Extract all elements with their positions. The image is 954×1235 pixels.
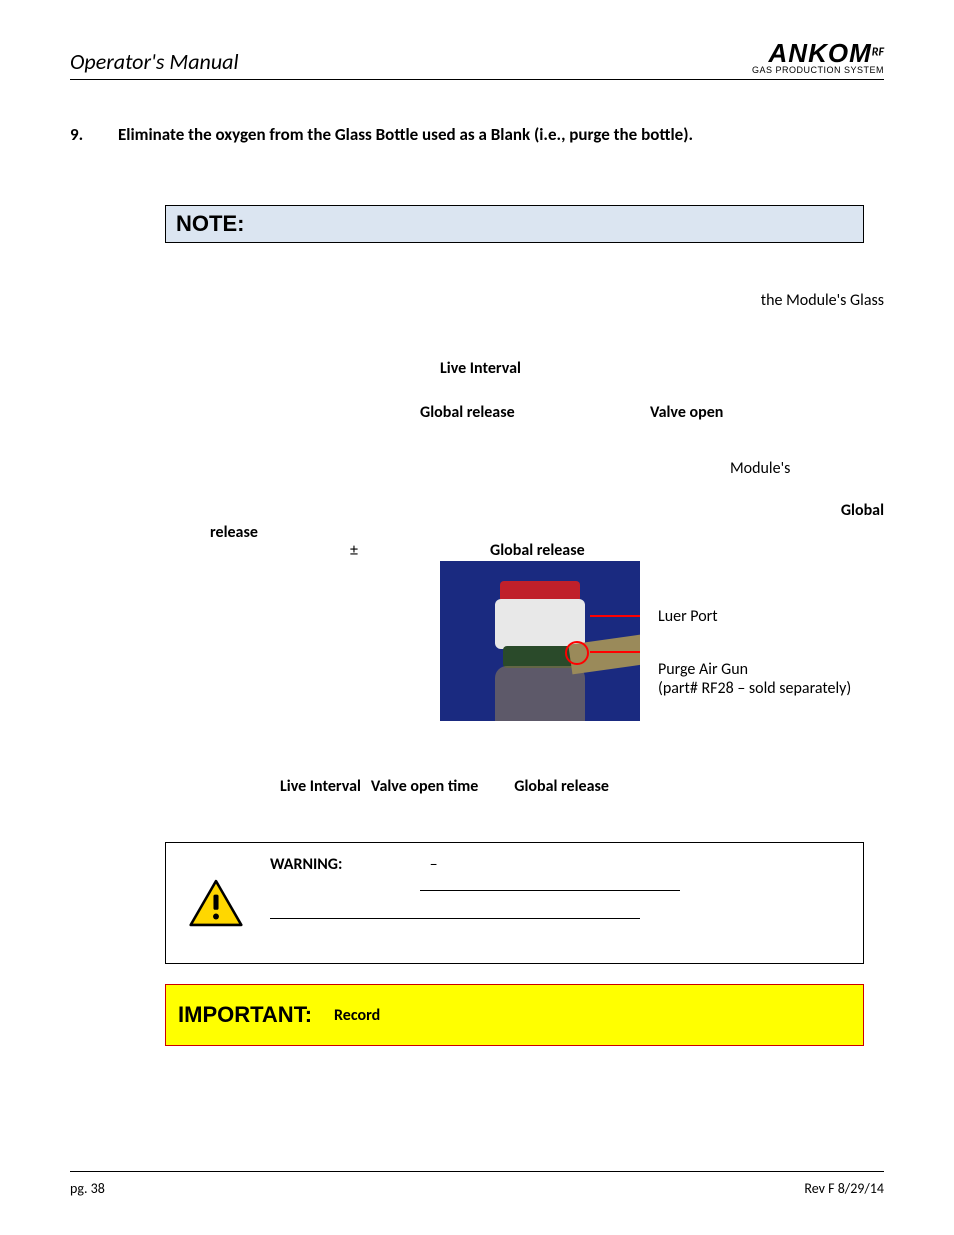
- page-footer: pg. 38 Rev F 8/29/14: [70, 1171, 884, 1197]
- important-box: IMPORTANT: Record: [165, 984, 864, 1046]
- text-release: release: [210, 523, 258, 542]
- text-global-release-1: Global release: [420, 403, 515, 422]
- brand-logo: ANKOMRF GAS PRODUCTION SYSTEM: [752, 40, 884, 75]
- mid-content: the Module's Glass Live Interval Global …: [70, 243, 884, 543]
- note-label: NOTE:: [176, 211, 244, 237]
- footer-rev: Rev F 8/29/14: [804, 1180, 884, 1197]
- text-modules: Module's: [730, 459, 790, 478]
- text-plusminus: ±: [350, 541, 358, 560]
- step-number: 9.: [70, 124, 90, 145]
- text-module-glass: the Module's Glass: [761, 291, 884, 310]
- text-live-interval: Live Interval: [440, 359, 521, 378]
- term-global-release: Global release: [514, 777, 609, 796]
- logo-text: ANKOM: [769, 38, 872, 68]
- label-luer-port: Luer Port: [658, 607, 851, 626]
- warning-icon-cell: [166, 843, 266, 963]
- text-global-release-2: Global release: [490, 541, 585, 560]
- footer-page: pg. 38: [70, 1180, 105, 1197]
- text-valve-open: Valve open: [650, 403, 723, 422]
- warning-box: WARNING: –: [165, 842, 864, 964]
- step-text: Eliminate the oxygen from the Glass Bott…: [118, 124, 693, 145]
- label-purge-gun-line2: (part# RF28 – sold separately): [658, 679, 851, 698]
- warning-icon: [189, 879, 243, 927]
- page-header: Operator's Manual ANKOMRF GAS PRODUCTION…: [70, 40, 884, 80]
- warning-dash: –: [430, 855, 438, 874]
- page: Operator's Manual ANKOMRF GAS PRODUCTION…: [0, 0, 954, 1235]
- figure-row: Luer Port Purge Air Gun (part# RF28 – so…: [440, 561, 884, 721]
- product-photo: [440, 561, 640, 721]
- text-global: Global: [841, 501, 884, 520]
- header-title: Operator's Manual: [70, 48, 239, 75]
- warning-label: WARNING:: [270, 855, 342, 874]
- warning-text: WARNING: –: [266, 843, 863, 963]
- step-heading: 9. Eliminate the oxygen from the Glass B…: [70, 124, 884, 145]
- terms-row: Live Interval Valve open time Global rel…: [280, 777, 884, 796]
- important-record: Record: [334, 1006, 380, 1025]
- figure-labels: Luer Port Purge Air Gun (part# RF28 – so…: [658, 561, 851, 698]
- label-purge-gun-line1: Purge Air Gun: [658, 660, 851, 679]
- term-live-interval: Live Interval: [280, 777, 361, 796]
- important-label: IMPORTANT:: [178, 1002, 312, 1028]
- logo-rf: RF: [872, 46, 884, 60]
- term-valve-open-time: Valve open time: [371, 777, 478, 796]
- note-box: NOTE:: [165, 205, 864, 243]
